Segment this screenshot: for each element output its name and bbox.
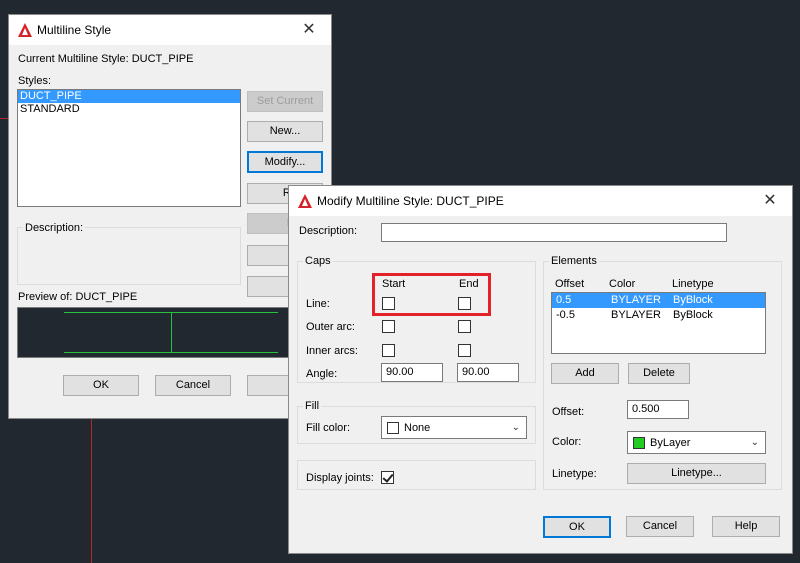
color-label: Color: — [552, 436, 582, 448]
delete-element-button[interactable]: Delete — [628, 363, 690, 384]
styles-label: Styles: — [18, 75, 52, 87]
display-joints-checkbox[interactable] — [381, 471, 394, 484]
display-joints-label: Display joints: — [306, 472, 374, 484]
description-label: Description: — [23, 222, 86, 234]
element-color-value: ByLayer — [650, 437, 691, 449]
chevron-down-icon: ⌄ — [750, 437, 759, 448]
modify-help-button[interactable]: Help — [712, 516, 780, 537]
autocad-logo-icon — [18, 23, 32, 37]
element-linetype: ByBlock — [673, 309, 713, 321]
current-style-label: Current Multiline Style: DUCT_PIPE — [18, 53, 194, 65]
add-element-button[interactable]: Add — [551, 363, 619, 384]
modify-dialog-title: Modify Multiline Style: DUCT_PIPE — [317, 194, 504, 208]
dialog-title: Multiline Style — [37, 23, 112, 37]
caps-group-label: Caps — [303, 255, 333, 267]
autocad-logo-icon — [298, 194, 312, 208]
element-linetype: ByBlock — [673, 294, 713, 306]
outer-arc-end-checkbox[interactable] — [458, 320, 471, 333]
cad-red-line-vertical — [91, 418, 92, 563]
element-color: BYLAYER — [611, 309, 661, 321]
fill-color-value: None — [404, 422, 431, 434]
linetype-label: Linetype: — [552, 468, 597, 480]
modify-ok-button[interactable]: OK — [543, 516, 611, 538]
elements-header-color: Color — [609, 278, 636, 290]
style-item-standard[interactable]: STANDARD — [18, 103, 240, 116]
outer-arc-start-checkbox[interactable] — [382, 320, 395, 333]
elements-group-label: Elements — [549, 255, 599, 267]
element-color-swatch — [633, 437, 645, 449]
offset-label: Offset: — [552, 406, 585, 418]
modify-dialog-titlebar[interactable]: Modify Multiline Style: DUCT_PIPE ✕ — [289, 186, 792, 216]
styles-list[interactable]: DUCT_PIPE STANDARD — [17, 89, 241, 207]
modify-cancel-button[interactable]: Cancel — [626, 516, 694, 537]
element-offset: -0.5 — [556, 309, 575, 321]
set-current-button[interactable]: Set Current — [247, 91, 323, 112]
fill-color-combo[interactable]: None ⌄ — [381, 416, 527, 439]
offset-input[interactable]: 0.500 — [627, 400, 689, 419]
inner-arcs-end-checkbox[interactable] — [458, 344, 471, 357]
main-cancel-button[interactable]: Cancel — [155, 375, 231, 396]
close-icon[interactable]: ✕ — [748, 186, 792, 216]
modify-multiline-style-dialog: Modify Multiline Style: DUCT_PIPE ✕ Desc… — [288, 185, 793, 554]
fill-color-swatch — [387, 422, 399, 434]
element-color-combo[interactable]: ByLayer ⌄ — [627, 431, 766, 454]
new-button[interactable]: New... — [247, 121, 323, 142]
fill-color-label: Fill color: — [306, 422, 351, 434]
elements-header-offset: Offset — [555, 278, 585, 290]
modify-button[interactable]: Modify... — [247, 151, 323, 173]
element-row[interactable]: 0.5 BYLAYER ByBlock — [552, 293, 765, 308]
linetype-button[interactable]: Linetype... — [627, 463, 766, 484]
multiline-style-dialog: Multiline Style ✕ Current Multiline Styl… — [8, 14, 332, 419]
main-ok-button[interactable]: OK — [63, 375, 139, 396]
caps-line-label: Line: — [306, 298, 330, 310]
preview-label: Preview of: DUCT_PIPE — [18, 291, 138, 303]
description-input[interactable] — [381, 223, 727, 242]
chevron-down-icon: ⌄ — [511, 422, 520, 433]
start-end-highlight-box — [372, 273, 491, 316]
multiline-style-titlebar[interactable]: Multiline Style ✕ — [9, 15, 331, 45]
caps-angle-label: Angle: — [306, 368, 338, 380]
elements-header-linetype: Linetype — [672, 278, 714, 290]
modify-description-label: Description: — [299, 225, 358, 237]
element-row[interactable]: -0.5 BYLAYER ByBlock — [552, 308, 765, 323]
inner-arcs-start-checkbox[interactable] — [382, 344, 395, 357]
caps-outer-arc-label: Outer arc: — [306, 321, 355, 333]
preview-line-joint — [171, 312, 172, 353]
elements-list[interactable]: 0.5 BYLAYER ByBlock -0.5 BYLAYER ByBlock — [551, 292, 766, 354]
multiline-preview — [17, 307, 323, 358]
description-group — [17, 227, 241, 285]
style-item-duct-pipe[interactable]: DUCT_PIPE — [18, 90, 240, 103]
element-offset: 0.5 — [556, 294, 572, 306]
angle-end-input[interactable]: 90.00 — [457, 363, 519, 382]
caps-inner-arcs-label: Inner arcs: — [306, 345, 358, 357]
close-icon[interactable]: ✕ — [287, 15, 331, 45]
element-color: BYLAYER — [611, 294, 661, 306]
fill-group-label: Fill — [303, 400, 322, 412]
angle-start-input[interactable]: 90.00 — [381, 363, 443, 382]
